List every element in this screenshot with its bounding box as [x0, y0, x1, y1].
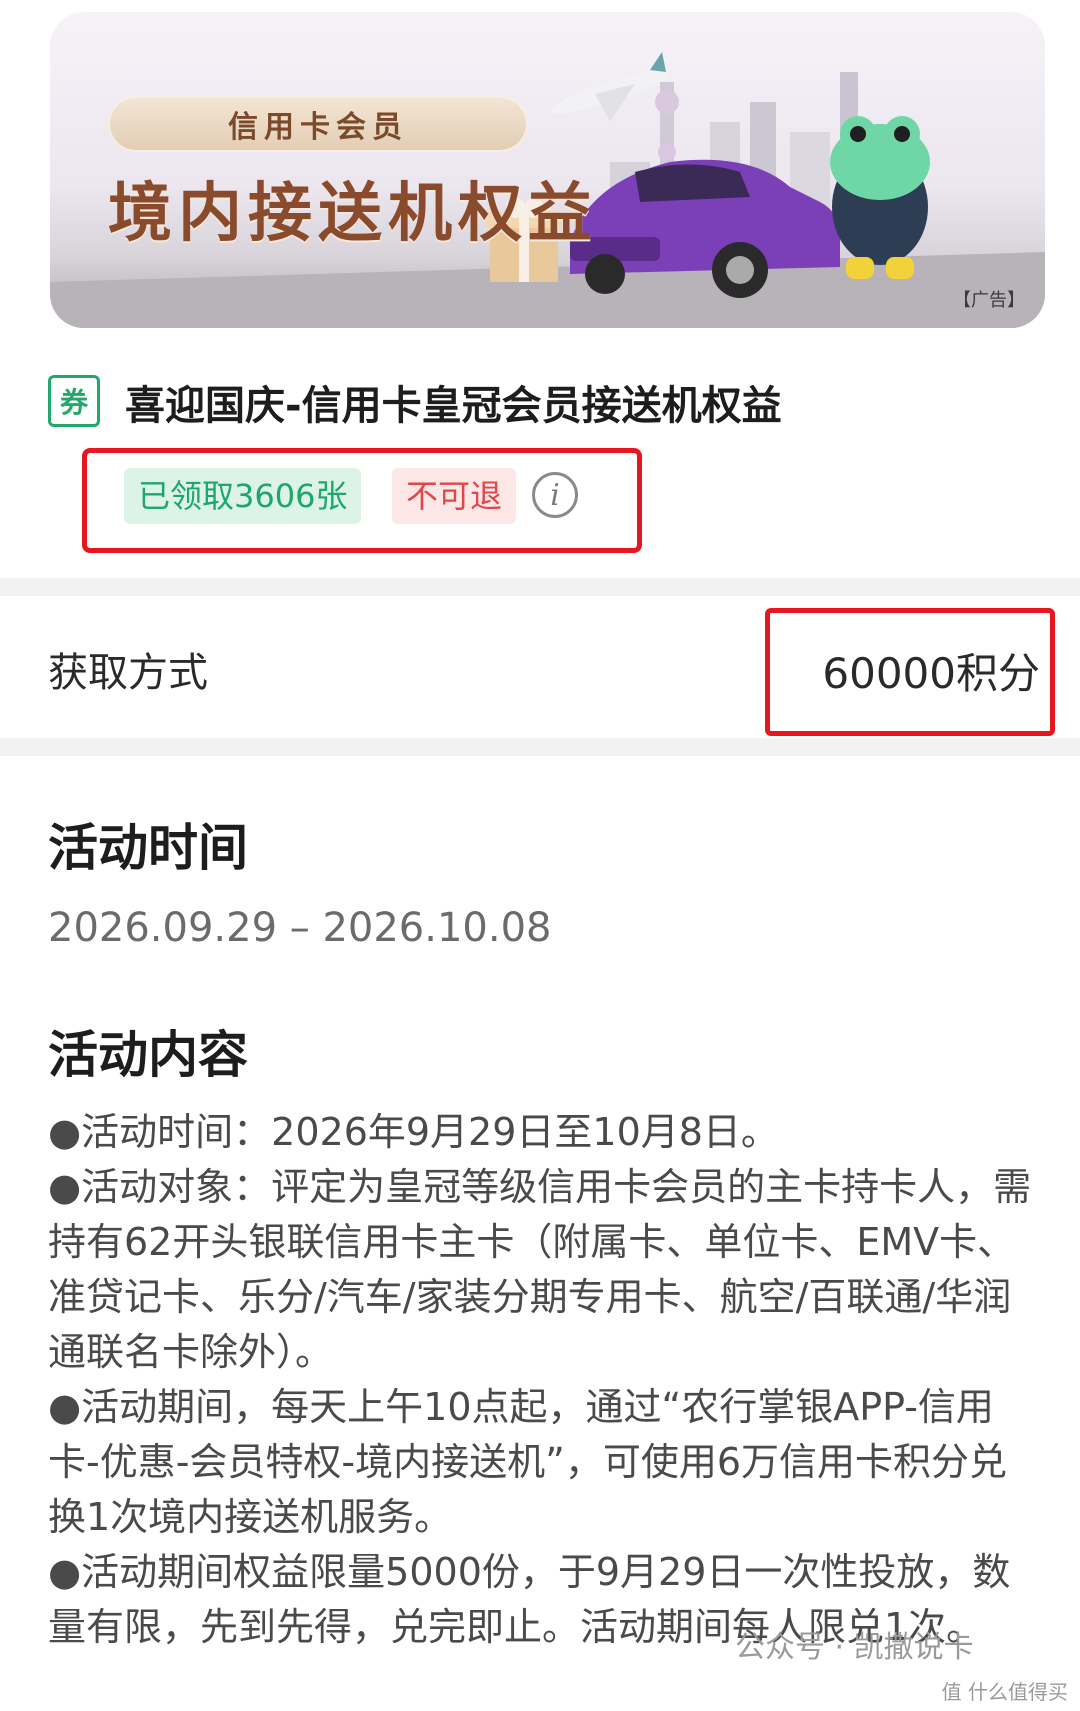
- offer-title: 喜迎国庆-信用卡皇冠会员接送机权益: [125, 383, 782, 429]
- info-icon[interactable]: i: [532, 472, 578, 518]
- acquisition-label: 获取方式: [48, 650, 208, 696]
- non-refundable-badge: 不可退: [392, 468, 517, 524]
- activity-time-range: 2026.09.29 – 2026.10.08: [48, 905, 552, 951]
- activity-time-title: 活动时间: [48, 819, 248, 877]
- watermark-text: 公众号 · 凯撒说卡: [735, 1630, 974, 1665]
- claimed-count-badge: 已领取3606张: [124, 468, 362, 524]
- activity-content-body: ●活动时间：2026年9月29日至10月8日。 ●活动对象：评定为皇冠等级信用卡…: [48, 1105, 1040, 1655]
- watermark-corner: 值 什么值得买: [941, 1680, 1068, 1704]
- airplane-icon: [550, 52, 670, 122]
- banner-pill: 信用卡会员: [108, 96, 528, 152]
- banner-pill-text: 信用卡会员: [228, 110, 408, 145]
- frog-mascot-icon: [830, 116, 930, 279]
- section-divider: [0, 578, 1080, 596]
- section-divider: [0, 738, 1080, 756]
- coupon-icon: 券: [48, 375, 100, 427]
- banner-headline: 境内接送机权益: [108, 176, 598, 251]
- ad-tag: 【广告】: [953, 290, 1025, 311]
- activity-content-title: 活动内容: [48, 1026, 248, 1084]
- content-paragraph: ●活动期间，每天上午10点起，通过“农行掌银APP-信用卡-优惠-会员特权-境内…: [48, 1385, 1008, 1539]
- content-paragraph: ●活动时间：2026年9月29日至10月8日。: [48, 1110, 779, 1154]
- content-paragraph: ●活动对象：评定为皇冠等级信用卡会员的主卡持卡人，需持有62开头银联信用卡主卡（…: [48, 1165, 1032, 1374]
- highlight-box-points: [765, 608, 1055, 736]
- promo-banner[interactable]: 信用卡会员 境内接送机权益 【广告】: [50, 12, 1045, 328]
